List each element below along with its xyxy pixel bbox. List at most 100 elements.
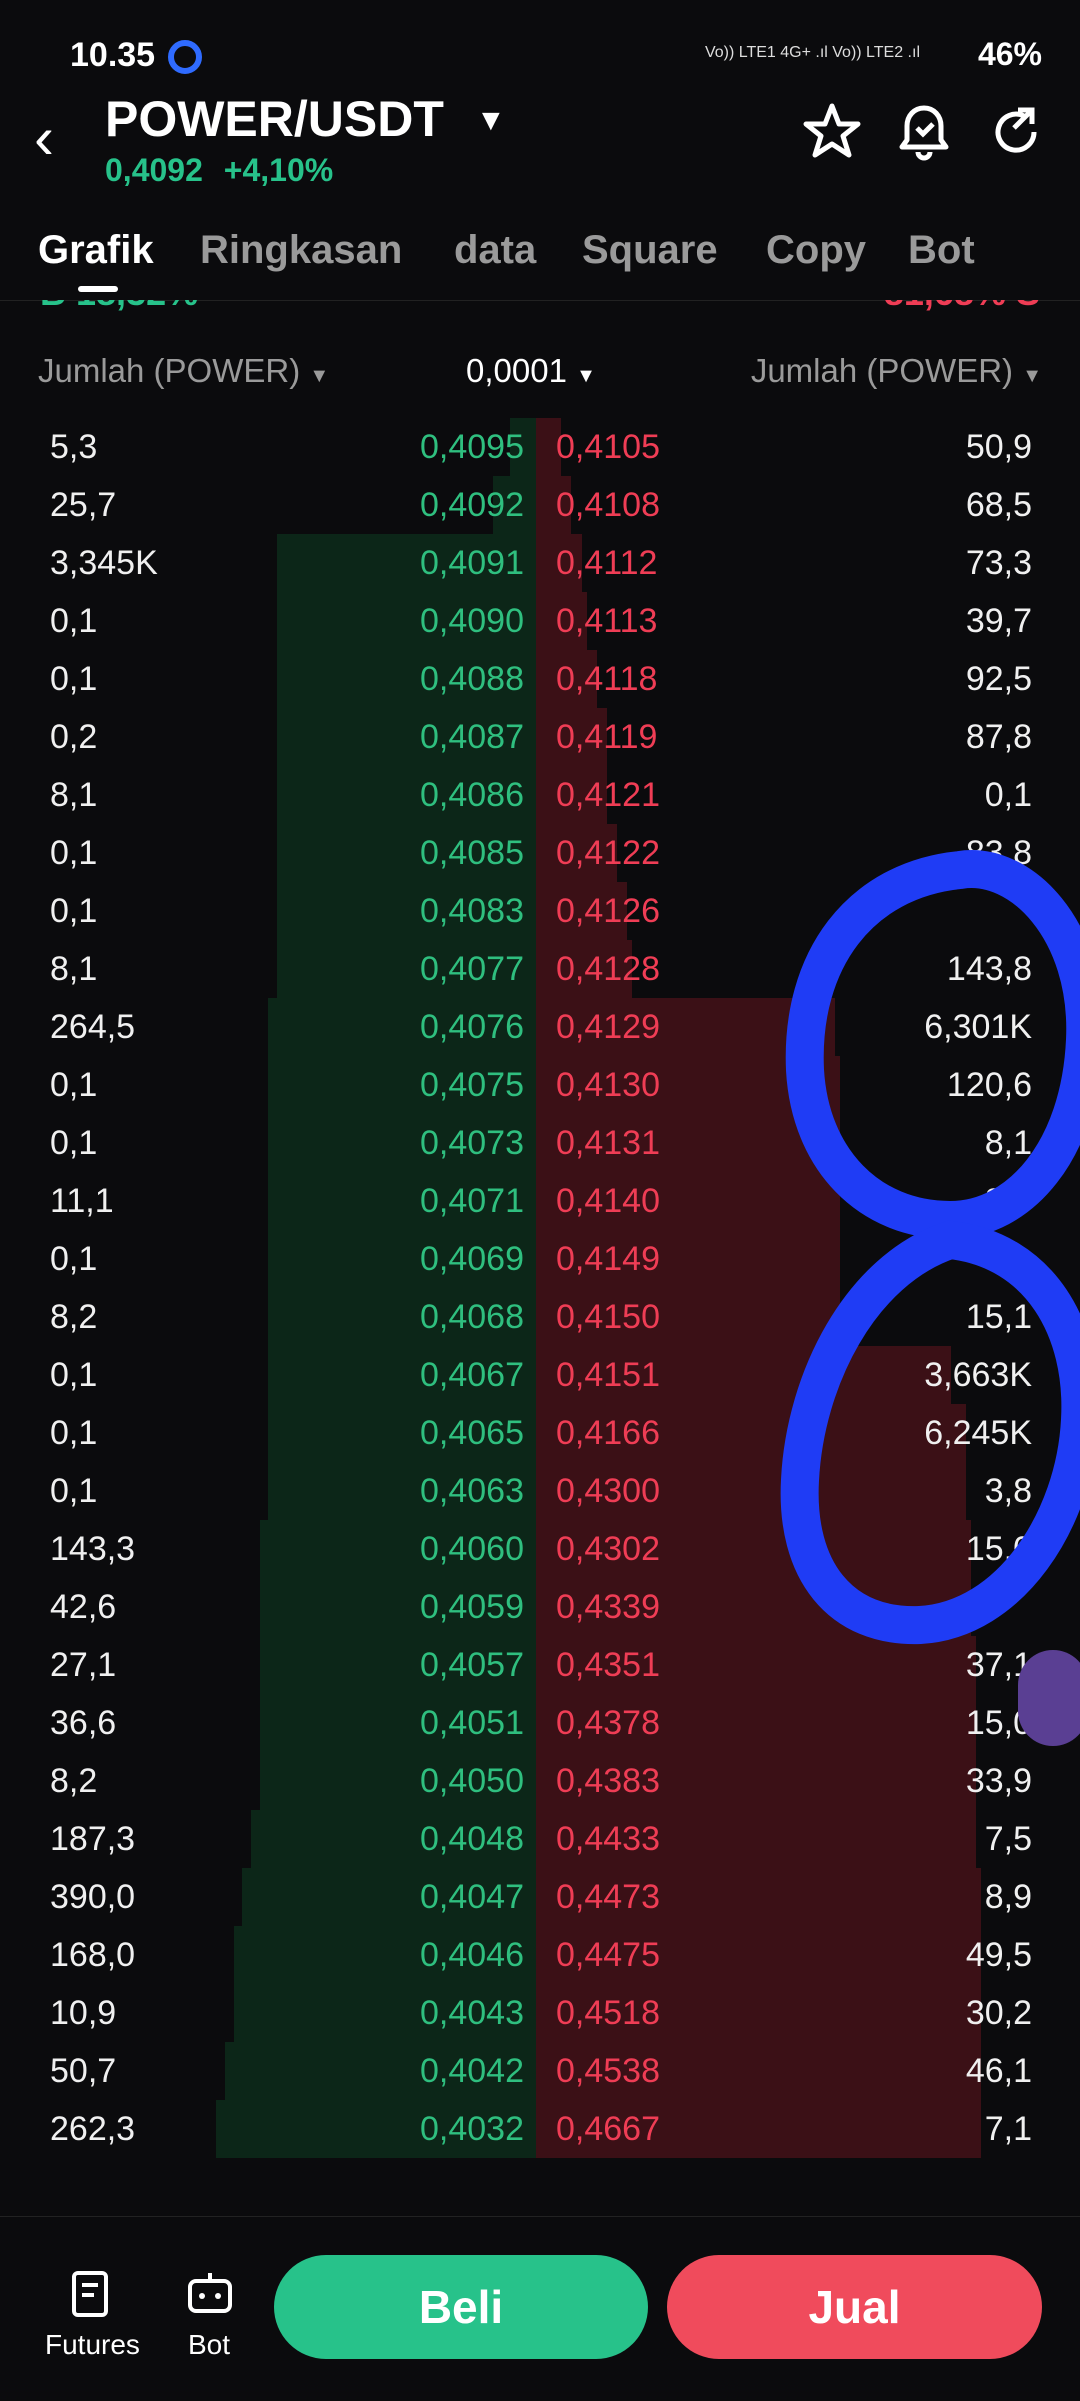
- signal-indicators: Vo)) LTE1 4G+ .ıl Vo)) LTE2 .ıl: [704, 44, 920, 61]
- bid-quantity: 25,7: [50, 486, 117, 524]
- orderbook-row[interactable]: 143,3 0,4060 0,4302 15,0: [0, 1520, 1080, 1578]
- orderbook-row[interactable]: 11,1 0,4071 0,4140 8,0: [0, 1172, 1080, 1230]
- ask-quantity: 87,8: [965, 718, 1032, 756]
- ask-price: 0,4118: [556, 660, 658, 698]
- battery-level: 46%: [977, 36, 1042, 72]
- tab-bot[interactable]: Bot: [908, 228, 975, 273]
- buy-button[interactable]: Beli: [274, 2255, 648, 2359]
- ask-price: 0,4339: [556, 1588, 660, 1626]
- bid-price: 0,4069: [420, 1240, 524, 1278]
- tab-square[interactable]: Square: [582, 228, 718, 273]
- orderbook-row[interactable]: 8,2 0,4068 0,4150 15,1: [0, 1288, 1080, 1346]
- orderbook-row[interactable]: 50,7 0,4042 0,4538 46,1: [0, 2042, 1080, 2100]
- orderbook-row[interactable]: 168,0 0,4046 0,4475 49,5: [0, 1926, 1080, 1984]
- ask-price: 0,4378: [556, 1704, 660, 1742]
- price-alert-bell-icon[interactable]: [892, 100, 956, 164]
- ask-price: 0,4150: [556, 1298, 660, 1336]
- bid-quantity: 0,1: [50, 1414, 98, 1452]
- app-indicator-icon: [168, 40, 202, 74]
- chevron-down-icon: ▼: [576, 365, 596, 387]
- bid-quantity: 8,1: [50, 776, 98, 814]
- ask-price: 0,4128: [556, 950, 660, 988]
- bid-quantity: 3,345K: [50, 544, 158, 582]
- bid-price: 0,4076: [420, 1008, 524, 1046]
- chevron-down-icon: ▼: [1022, 365, 1042, 387]
- ask-quantity: 3,8: [984, 1472, 1032, 1510]
- bid-price: 0,4043: [420, 1994, 524, 2032]
- orderbook-row[interactable]: 0,1 0,4073 0,4131 8,1: [0, 1114, 1080, 1172]
- back-icon[interactable]: ‹: [34, 108, 54, 168]
- orderbook-row[interactable]: 36,6 0,4051 0,4378 15,0: [0, 1694, 1080, 1752]
- bid-quantity: 0,1: [50, 892, 98, 930]
- futures-label[interactable]: Futures: [45, 2329, 140, 2361]
- orderbook-row[interactable]: 0,1 0,4088 0,4118 92,5: [0, 650, 1080, 708]
- bot-label[interactable]: Bot: [188, 2329, 230, 2361]
- orderbook-row[interactable]: 5,3 0,4095 0,4105 50,9: [0, 418, 1080, 476]
- ask-quantity: 6,301K: [924, 1008, 1032, 1046]
- bid-quantity-header[interactable]: Jumlah (POWER) ▼: [38, 352, 329, 390]
- futures-icon[interactable]: [62, 2265, 122, 2325]
- bid-price: 0,4071: [420, 1182, 524, 1220]
- orderbook-row[interactable]: 0,1 0,4067 0,4151 3,663K: [0, 1346, 1080, 1404]
- orderbook-row[interactable]: 0,1 0,4083 0,4126: [0, 882, 1080, 940]
- bid-price: 0,4057: [420, 1646, 524, 1684]
- buy-ratio: B 18,32%: [40, 300, 198, 314]
- bid-price: 0,4067: [420, 1356, 524, 1394]
- precision-selector[interactable]: 0,0001 ▼: [466, 352, 596, 390]
- bid-price: 0,4065: [420, 1414, 524, 1452]
- precision-value: 0,0001: [466, 352, 567, 389]
- bid-quantity: 0,1: [50, 602, 98, 640]
- ask-quantity: 73,3: [965, 544, 1032, 582]
- orderbook-row[interactable]: 3,345K 0,4091 0,4112 73,3: [0, 534, 1080, 592]
- active-tab-indicator: [78, 286, 118, 292]
- ask-quantity: 7,5: [984, 1820, 1032, 1858]
- bid-price: 0,4073: [420, 1124, 524, 1162]
- price-change: +4,10%: [223, 152, 334, 188]
- ask-quantity-header-label: Jumlah (POWER): [750, 352, 1014, 389]
- orderbook-row[interactable]: 8,1 0,4077 0,4128 143,8: [0, 940, 1080, 998]
- sell-ratio: 81,68% S: [884, 300, 1040, 314]
- orderbook-row[interactable]: 27,1 0,4057 0,4351 37,1: [0, 1636, 1080, 1694]
- bid-price: 0,4050: [420, 1762, 524, 1800]
- bid-quantity: 8,1: [50, 950, 98, 988]
- bid-price: 0,4087: [420, 718, 524, 756]
- orderbook-row[interactable]: 0,1 0,4090 0,4113 39,7: [0, 592, 1080, 650]
- tab-copy[interactable]: Copy: [766, 228, 866, 273]
- ask-price: 0,4119: [556, 718, 658, 756]
- bid-price: 0,4075: [420, 1066, 524, 1104]
- bid-quantity: 0,1: [50, 1240, 98, 1278]
- ask-quantity-header[interactable]: Jumlah (POWER) ▼: [751, 352, 1042, 390]
- orderbook-row[interactable]: 390,0 0,4047 0,4473 8,9: [0, 1868, 1080, 1926]
- orderbook-row[interactable]: 10,9 0,4043 0,4518 30,2: [0, 1984, 1080, 2042]
- bot-icon[interactable]: [180, 2265, 240, 2325]
- sell-button[interactable]: Jual: [667, 2255, 1042, 2359]
- tab-ringkasan[interactable]: Ringkasan: [200, 228, 402, 273]
- bid-price: 0,4046: [420, 1936, 524, 1974]
- orderbook-row[interactable]: 0,1 0,4085 0,4122 83,8: [0, 824, 1080, 882]
- floating-assistant-icon[interactable]: [1018, 1650, 1080, 1746]
- orderbook-row[interactable]: 8,2 0,4050 0,4383 33,9: [0, 1752, 1080, 1810]
- orderbook-row[interactable]: 0,1 0,4065 0,4166 6,245K: [0, 1404, 1080, 1462]
- tab-bar: Grafik Ringkasan data Square Copy Bot: [0, 220, 1080, 301]
- ask-quantity: 6,245K: [924, 1414, 1032, 1452]
- ask-quantity: 143,8: [946, 950, 1032, 988]
- pair-dropdown-icon[interactable]: ▼: [476, 104, 506, 138]
- favorite-star-icon[interactable]: [800, 100, 864, 164]
- tab-grafik[interactable]: Grafik: [38, 228, 154, 273]
- orderbook-row[interactable]: 0,2 0,4087 0,4119 87,8: [0, 708, 1080, 766]
- orderbook-row[interactable]: 264,5 0,4076 0,4129 6,301K: [0, 998, 1080, 1056]
- orderbook-row[interactable]: 0,1 0,4075 0,4130 120,6: [0, 1056, 1080, 1114]
- orderbook-row[interactable]: 187,3 0,4048 0,4433 7,5: [0, 1810, 1080, 1868]
- orderbook-row[interactable]: 8,1 0,4086 0,4121 0,1: [0, 766, 1080, 824]
- orderbook-row[interactable]: 0,1 0,4069 0,4149: [0, 1230, 1080, 1288]
- ask-price: 0,4538: [556, 2052, 660, 2090]
- orderbook-row[interactable]: 0,1 0,4063 0,4300 3,8: [0, 1462, 1080, 1520]
- share-icon[interactable]: [984, 100, 1048, 164]
- tab-data[interactable]: data: [454, 228, 536, 273]
- pair-title[interactable]: POWER/USDT: [105, 90, 444, 148]
- orderbook-row[interactable]: 42,6 0,4059 0,4339: [0, 1578, 1080, 1636]
- bid-price: 0,4063: [420, 1472, 524, 1510]
- orderbook-row[interactable]: 262,3 0,4032 0,4667 7,1: [0, 2100, 1080, 2158]
- ask-quantity: 7,1: [984, 2110, 1032, 2148]
- orderbook-row[interactable]: 25,7 0,4092 0,4108 68,5: [0, 476, 1080, 534]
